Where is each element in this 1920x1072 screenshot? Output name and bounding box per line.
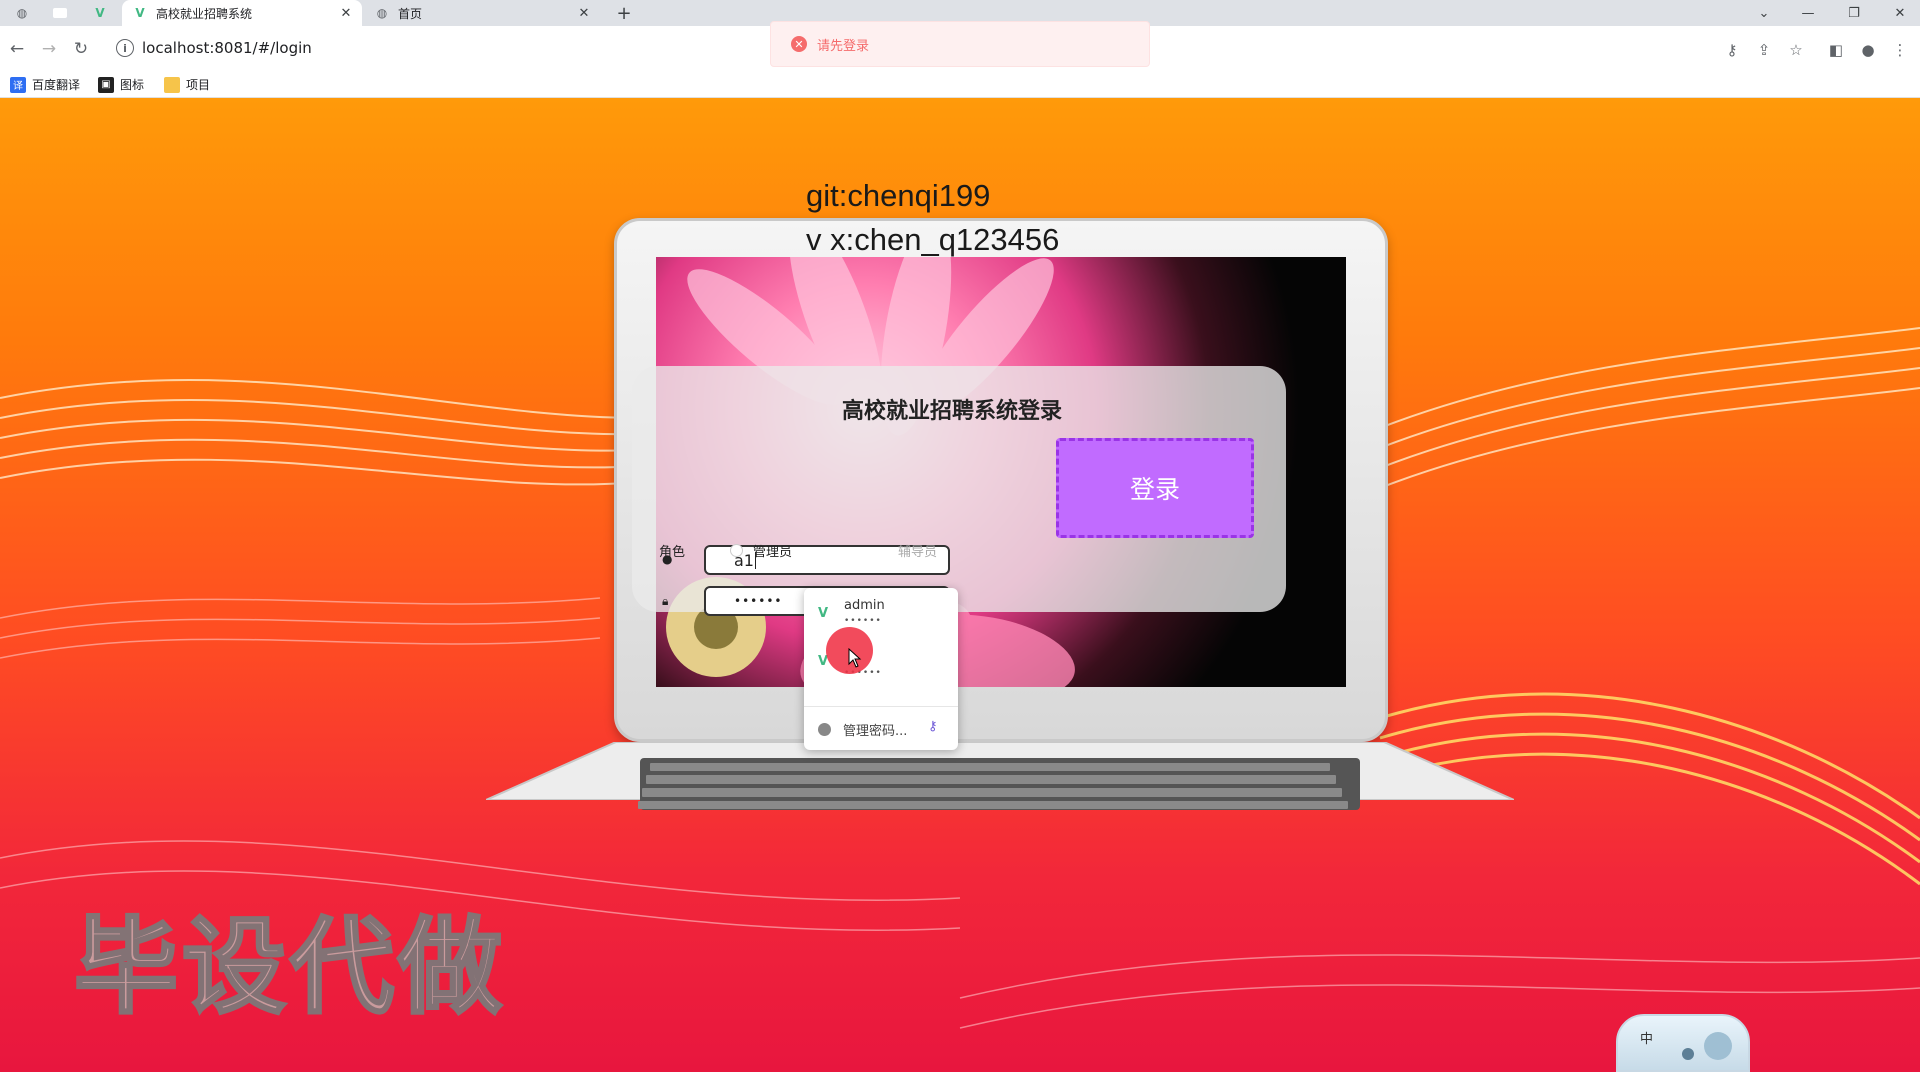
blank-tab-icon[interactable]	[50, 3, 70, 23]
tab-title: 首页	[398, 6, 423, 21]
role-option-admin[interactable]: 管理员	[753, 541, 792, 560]
forward-icon[interactable]: →	[36, 36, 62, 62]
bookmark-label: 百度翻译	[32, 78, 81, 92]
bookmark-project-folder[interactable]: 项目	[164, 76, 210, 93]
vue-icon: V	[135, 6, 145, 20]
password-value: ••••••	[734, 594, 783, 608]
url-text: localhost:8081/#/login	[142, 39, 312, 57]
lock-icon: 🔒︎	[662, 594, 669, 608]
info-icon[interactable]: i	[116, 39, 134, 57]
close-icon[interactable]: ✕	[574, 6, 594, 21]
bookmark-baidu-translate[interactable]: 译 百度翻译	[10, 76, 80, 93]
autofill-username: admin	[844, 598, 885, 613]
minimize-icon[interactable]: —	[1788, 0, 1828, 26]
bookmark-label: 项目	[186, 78, 211, 92]
new-tab-icon[interactable]: +	[614, 3, 634, 24]
manage-passwords-link[interactable]: 管理密码...	[818, 720, 907, 739]
menu-icon[interactable]: ⋮	[1890, 40, 1910, 60]
icon-site-icon: ▣	[98, 76, 114, 93]
tab-search-icon[interactable]: ⌄	[1744, 0, 1784, 26]
error-icon: ✕	[791, 36, 807, 52]
share-icon[interactable]: ⇪	[1754, 40, 1774, 60]
profile-icon[interactable]: ●	[1858, 40, 1878, 60]
tab-title: 高校就业招聘系统	[156, 6, 253, 21]
watermark-text: 毕设代做	[72, 905, 507, 1030]
bookmark-label: 图标	[120, 78, 145, 92]
globe-icon: ◍	[376, 6, 388, 20]
ime-mode: 中	[1640, 1032, 1654, 1047]
laptop-keyboard	[620, 758, 1380, 810]
vue-icon[interactable]: V	[90, 3, 110, 23]
close-window-icon[interactable]: ✕	[1880, 0, 1920, 26]
git-contact: git:chenqi199	[806, 178, 991, 213]
role-radio-admin[interactable]	[730, 544, 743, 557]
autofill-entry[interactable]: V admin ••••••	[804, 588, 958, 634]
translate-icon: 译	[10, 76, 26, 93]
tab-home[interactable]: ◍ 首页 ✕	[364, 0, 600, 26]
reload-icon[interactable]: ↻	[68, 36, 94, 62]
login-title: 高校就业招聘系统登录	[842, 399, 1063, 424]
key-icon: ⚷	[928, 719, 938, 734]
manage-passwords-label: 管理密码...	[843, 724, 908, 739]
ime-widget[interactable]: 中	[1616, 1014, 1750, 1072]
autofill-password: ••••••	[844, 616, 882, 626]
back-icon[interactable]: ←	[4, 36, 30, 62]
restore-icon[interactable]: ❐	[1834, 0, 1874, 26]
settings-icon	[818, 723, 831, 736]
ime-decoration-icon	[1682, 1032, 1732, 1060]
vue-icon: V	[818, 606, 829, 621]
globe-icon[interactable]: ◍	[12, 3, 32, 23]
role-option-counselor[interactable]: 辅导员	[898, 541, 937, 560]
bookmark-icons[interactable]: ▣ 图标	[98, 76, 144, 93]
autofill-divider	[804, 706, 958, 707]
sidepanel-icon[interactable]: ◧	[1826, 40, 1846, 60]
close-icon[interactable]: ✕	[336, 6, 356, 21]
error-toast: ✕ 请先登录	[770, 21, 1150, 67]
folder-icon	[164, 76, 180, 93]
star-icon[interactable]: ☆	[1786, 40, 1806, 60]
tab-active[interactable]: V 高校就业招聘系统 ✕	[122, 0, 362, 26]
toast-message: 请先登录	[817, 38, 870, 54]
login-button[interactable]: 登录	[1056, 438, 1254, 538]
mouse-cursor-icon	[848, 648, 862, 668]
key-icon[interactable]: ⚷	[1722, 40, 1742, 60]
password-autofill-dropdown: V admin •••••• V •••••• 管理密码... ⚷	[804, 588, 958, 750]
bookmarks-bar: 译 百度翻译 ▣ 图标 项目	[0, 72, 1920, 98]
wechat-contact: v x:chen_q123456	[806, 222, 1060, 257]
role-label: 角色	[659, 545, 686, 560]
